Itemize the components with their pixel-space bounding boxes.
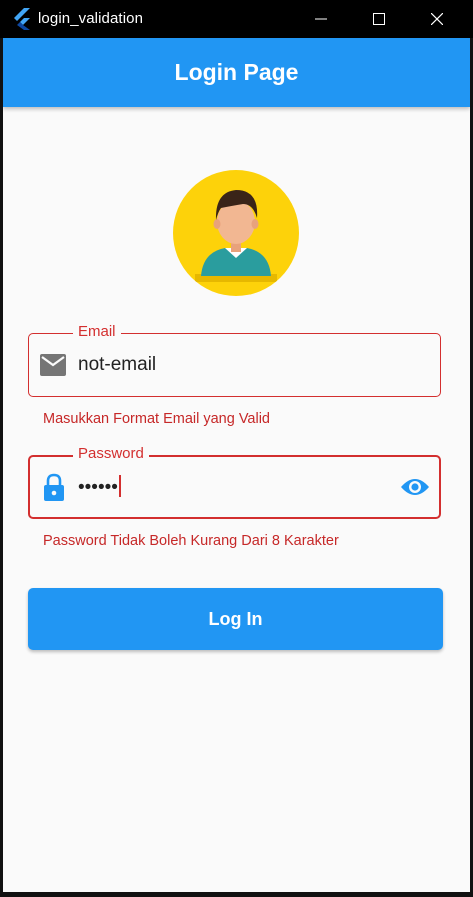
email-error-text: Masukkan Format Email yang Valid [43, 411, 270, 427]
login-button[interactable]: Log In [28, 588, 443, 650]
flutter-logo-icon [12, 8, 32, 30]
password-field[interactable]: Password •••••• [28, 445, 441, 519]
window-title: login_validation [38, 10, 144, 27]
page-title: Login Page [174, 59, 299, 85]
close-button[interactable] [414, 0, 460, 38]
password-field-label: Password [73, 445, 149, 463]
app-body: Login Page Email not-email Masukkan Form… [3, 38, 470, 892]
app-window: login_validation Login Page Email not-em… [0, 0, 473, 897]
password-error-text: Password Tidak Boleh Kurang Dari 8 Karak… [43, 533, 339, 549]
password-masked-value: •••••• [78, 477, 118, 498]
mail-icon [39, 351, 67, 379]
maximize-icon [373, 13, 385, 25]
email-field[interactable]: Email not-email [28, 323, 441, 397]
window-titlebar[interactable]: login_validation [0, 0, 473, 38]
text-cursor [118, 475, 121, 497]
avatar [173, 170, 299, 296]
app-bar: Login Page [3, 38, 470, 107]
maximize-button[interactable] [356, 0, 402, 38]
lock-icon [40, 473, 68, 501]
close-icon [431, 13, 443, 25]
eye-icon [401, 479, 429, 495]
email-input[interactable]: not-email [78, 354, 156, 376]
password-input[interactable]: •••••• [78, 475, 121, 499]
visibility-toggle-button[interactable] [400, 472, 430, 502]
minimize-button[interactable] [298, 0, 344, 38]
email-field-label: Email [73, 323, 121, 341]
minimize-icon [315, 18, 327, 20]
user-avatar-icon [195, 190, 277, 282]
